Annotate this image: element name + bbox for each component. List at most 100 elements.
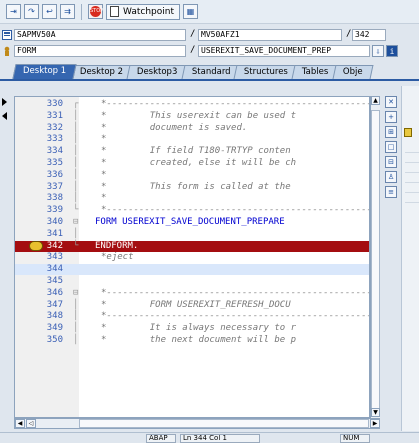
line-number: 333 [46, 134, 63, 145]
layout-button[interactable]: ▦ [182, 4, 198, 19]
scroll-down-icon[interactable]: ▼ [371, 408, 380, 417]
code-line[interactable]: 345 [15, 276, 369, 287]
split-icon[interactable]: ⊟ [385, 156, 397, 168]
code-line[interactable]: 334 │ * If field T180-TRTYP conten [15, 146, 369, 157]
watchpoint-button[interactable]: Watchpoint [106, 3, 180, 20]
arrow-right-icon[interactable] [2, 98, 7, 106]
stop-button[interactable]: STOP [88, 4, 103, 19]
info-icon[interactable]: i [386, 45, 398, 57]
program-field[interactable]: SAPMV50A [14, 29, 186, 41]
code-text: * If field T180-TRTYP conten [101, 146, 291, 157]
source-code-editor[interactable]: 330 ┌ *-----------------------------------… [14, 96, 370, 418]
step-into-button[interactable]: ⇥ [6, 4, 21, 19]
tab-label: Tables [302, 67, 329, 77]
code-line[interactable]: 341 │ [15, 228, 369, 240]
fold-marker[interactable]: ⊟ [73, 217, 78, 228]
document-icon [110, 6, 119, 17]
fold-marker: │ [73, 181, 79, 192]
code-line[interactable]: 344 [15, 264, 369, 276]
code-line[interactable]: 347 │ * FORM USEREXIT_REFRESH_DOCU [15, 299, 369, 311]
event-type-field[interactable]: FORM [14, 45, 186, 57]
code-text: * [101, 193, 107, 204]
line-number: 336 [46, 169, 63, 180]
code-text: * It is always necessary to r [101, 323, 297, 334]
code-line[interactable]: 339 └ *-----------------------------------… [15, 205, 369, 216]
code-line[interactable]: 348 │ *-----------------------------------… [15, 311, 369, 322]
line-number: 342 [46, 240, 63, 251]
debugger-toolbar: ⇥ ↷ ↩ ⇉ STOP Watchpoint ▦ [0, 0, 419, 24]
scroll-right-icon[interactable]: ▶ [370, 419, 380, 428]
code-text: *---------------------------------------… [101, 205, 369, 216]
scroll-up-icon[interactable]: ▲ [371, 96, 380, 105]
fold-marker: └ [73, 205, 79, 216]
line-number: 348 [46, 311, 63, 322]
code-text: * FORM USEREXIT_REFRESH_DOCU [101, 299, 291, 310]
code-line[interactable]: 340 ⊟ FORM USEREXIT_SAVE_DOCUMENT_PREPARE [15, 217, 369, 228]
hierarchy-icon[interactable]: ≡ [385, 186, 397, 198]
scroll-left-icon[interactable]: ◀ [15, 419, 25, 428]
slash-separator: / [190, 29, 196, 39]
tab-desktop-3[interactable]: Desktop3 [126, 65, 189, 79]
code-line[interactable]: 337 │ * This form is called at the [15, 181, 369, 193]
tab-label: Structures [244, 67, 289, 77]
code-line[interactable]: 336 │ * [15, 169, 369, 181]
fold-marker: │ [73, 110, 79, 121]
watchpoint-label: Watchpoint [123, 6, 174, 17]
fold-marker[interactable]: ⊟ [73, 288, 78, 299]
fold-marker: │ [73, 299, 79, 310]
form-icon [4, 46, 10, 56]
tab-standard[interactable]: Standard [181, 65, 241, 79]
code-line[interactable]: 338 │ * [15, 193, 369, 204]
desktop-tabs: Desktop 1 Desktop 2 Desktop3 Standard St… [0, 64, 419, 81]
code-line[interactable]: 349 │ * It is always necessary to r [15, 323, 369, 334]
adjacent-pane [401, 86, 419, 431]
pane-cell [405, 144, 419, 153]
step-over-button[interactable]: ↷ [24, 4, 39, 19]
scroll-thumb[interactable] [371, 110, 380, 410]
step-return-button[interactable]: ↩ [42, 4, 57, 19]
tree-icon[interactable]: ⊞ [385, 126, 397, 138]
code-line[interactable]: 335 │ * created, else it will be ch [15, 158, 369, 169]
navigate-icon[interactable]: ⇩ [372, 45, 384, 57]
maximize-icon[interactable]: □ [385, 141, 397, 153]
line-field[interactable]: 342 [352, 29, 386, 41]
code-line[interactable]: 342 └ ENDFORM. [15, 240, 369, 252]
code-line[interactable]: 346 ⊟ *-----------------------------------… [15, 288, 369, 299]
continue-button[interactable]: ⇉ [60, 4, 75, 19]
line-number: 347 [46, 299, 63, 310]
code-line[interactable]: 332 │ * document is saved. [15, 122, 369, 134]
pane-cell [405, 154, 419, 163]
fold-marker: │ [73, 158, 79, 168]
close-icon[interactable]: ✕ [385, 96, 397, 108]
line-number: 339 [46, 205, 63, 216]
new-icon[interactable]: + [385, 111, 397, 123]
code-line[interactable]: 333 │ * [15, 134, 369, 145]
tab-objects[interactable]: Obje [332, 65, 374, 79]
status-mode: ABAP [146, 434, 176, 443]
tab-structures[interactable]: Structures [233, 65, 299, 79]
line-number: 338 [46, 193, 63, 204]
event-name-field[interactable]: USEREXIT_SAVE_DOCUMENT_PREP [198, 45, 370, 57]
hscroll-thumb[interactable] [79, 419, 369, 428]
tab-desktop-1[interactable]: Desktop 1 [12, 64, 77, 79]
pane-cell [405, 164, 419, 173]
code-line[interactable]: 343 *eject [15, 252, 369, 263]
line-number: 340 [46, 217, 63, 227]
stop-icon: STOP [90, 6, 103, 17]
arrow-left-icon[interactable] [2, 112, 7, 120]
code-text: * [101, 134, 107, 145]
users-icon[interactable]: ♙ [385, 171, 397, 183]
include-field[interactable]: MV50AFZ1 [198, 29, 342, 41]
code-line[interactable]: 331 │ * This userexit can be used t [15, 110, 369, 122]
scroll-left-page-icon[interactable]: ◁ [26, 419, 36, 428]
code-line[interactable]: 350 │ * the next document will be p [15, 335, 369, 346]
vertical-scrollbar[interactable]: ▲ ▼ [370, 96, 380, 418]
event-info-row: FORM / USEREXIT_SAVE_DOCUMENT_PREP ⇩ i [0, 44, 419, 58]
tab-label: Desktop3 [137, 67, 178, 77]
horizontal-scrollbar[interactable]: ◀ ◁ ▶ [14, 418, 380, 429]
line-number: 341 [46, 228, 63, 239]
line-number: 330 [46, 99, 63, 109]
fold-marker: │ [73, 122, 79, 133]
code-line[interactable]: 330 ┌ *-----------------------------------… [15, 99, 369, 110]
tab-desktop-2[interactable]: Desktop 2 [69, 65, 134, 79]
